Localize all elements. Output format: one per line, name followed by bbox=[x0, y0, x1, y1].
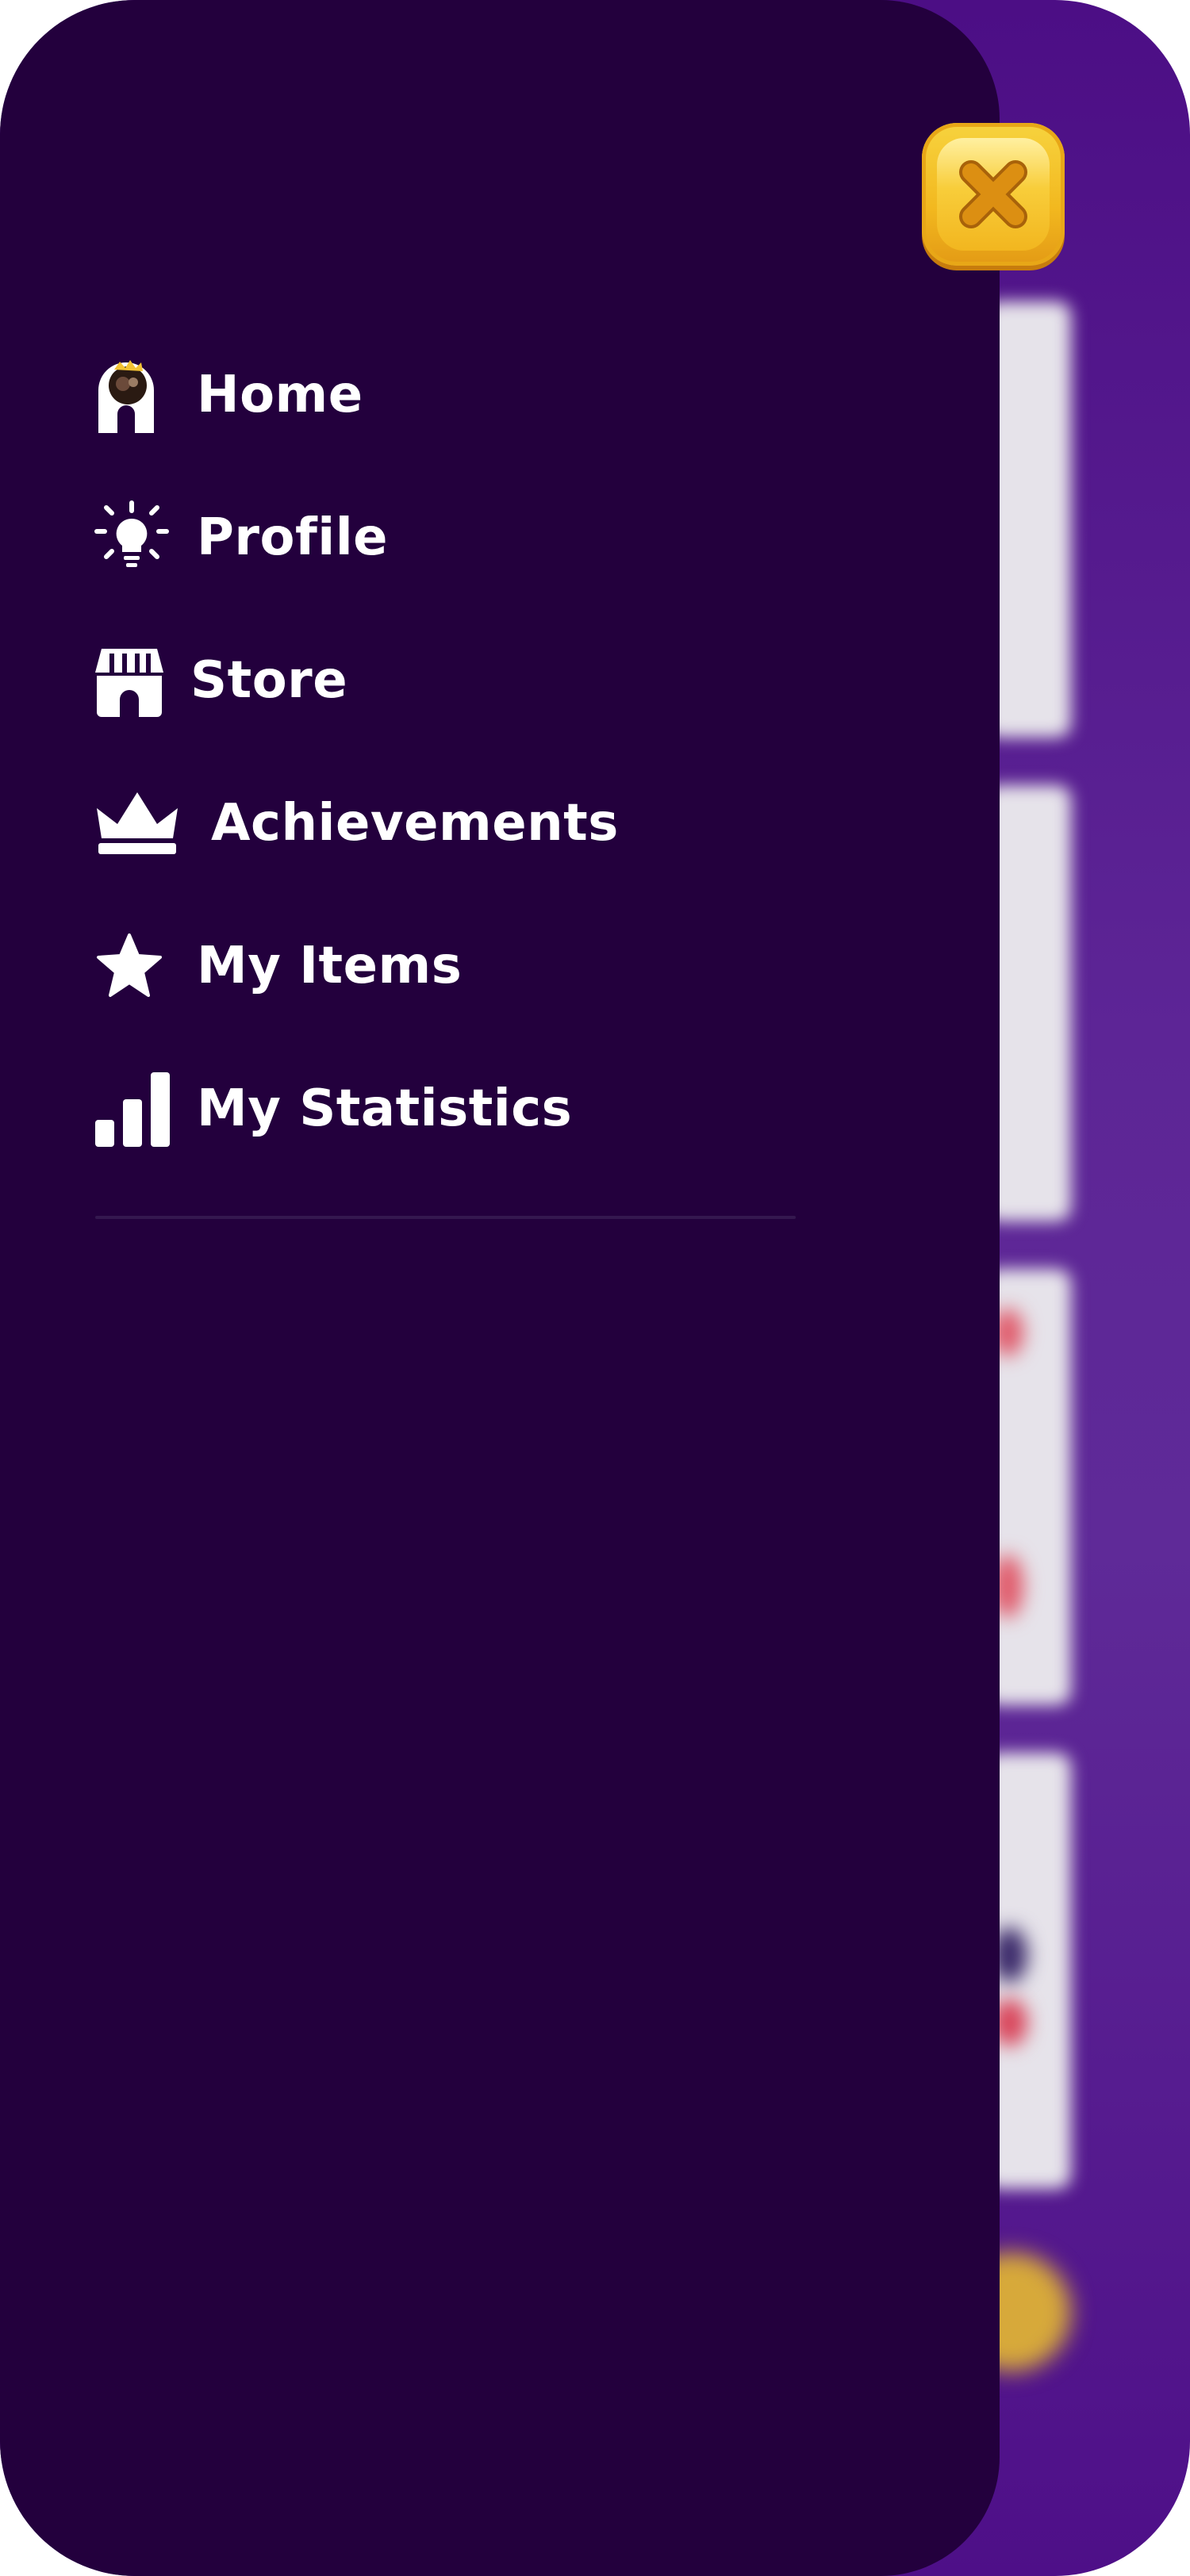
star-icon bbox=[94, 922, 173, 1010]
menu-item-label: Profile bbox=[197, 508, 389, 567]
home-avatar-icon bbox=[94, 351, 173, 439]
menu-item-label: My Statistics bbox=[197, 1079, 573, 1138]
close-button-face bbox=[937, 138, 1050, 251]
menu-item-store[interactable]: Store bbox=[94, 633, 808, 728]
menu-item-label: Achievements bbox=[211, 794, 619, 853]
menu-divider bbox=[95, 1216, 796, 1219]
menu-item-achievements[interactable]: Achievements bbox=[94, 776, 808, 871]
menu-item-my-items[interactable]: My Items bbox=[94, 918, 808, 1014]
menu-item-label: My Items bbox=[197, 937, 463, 995]
close-icon bbox=[959, 160, 1027, 228]
crown-icon bbox=[94, 780, 182, 867]
menu-item-my-statistics[interactable]: My Statistics bbox=[94, 1061, 808, 1156]
lightbulb-icon bbox=[94, 494, 173, 581]
menu-item-home[interactable]: Home bbox=[94, 347, 808, 443]
menu-item-profile[interactable]: Profile bbox=[94, 490, 808, 585]
menu-item-label: Home bbox=[197, 366, 363, 424]
app-screen: Home Profile Store Achievements My Items… bbox=[0, 0, 1190, 2576]
side-drawer: Home Profile Store Achievements My Items… bbox=[0, 0, 1000, 2576]
menu-item-label: Store bbox=[190, 651, 348, 710]
store-icon bbox=[94, 637, 173, 724]
close-button[interactable] bbox=[922, 123, 1065, 266]
bar-chart-icon bbox=[94, 1065, 173, 1152]
